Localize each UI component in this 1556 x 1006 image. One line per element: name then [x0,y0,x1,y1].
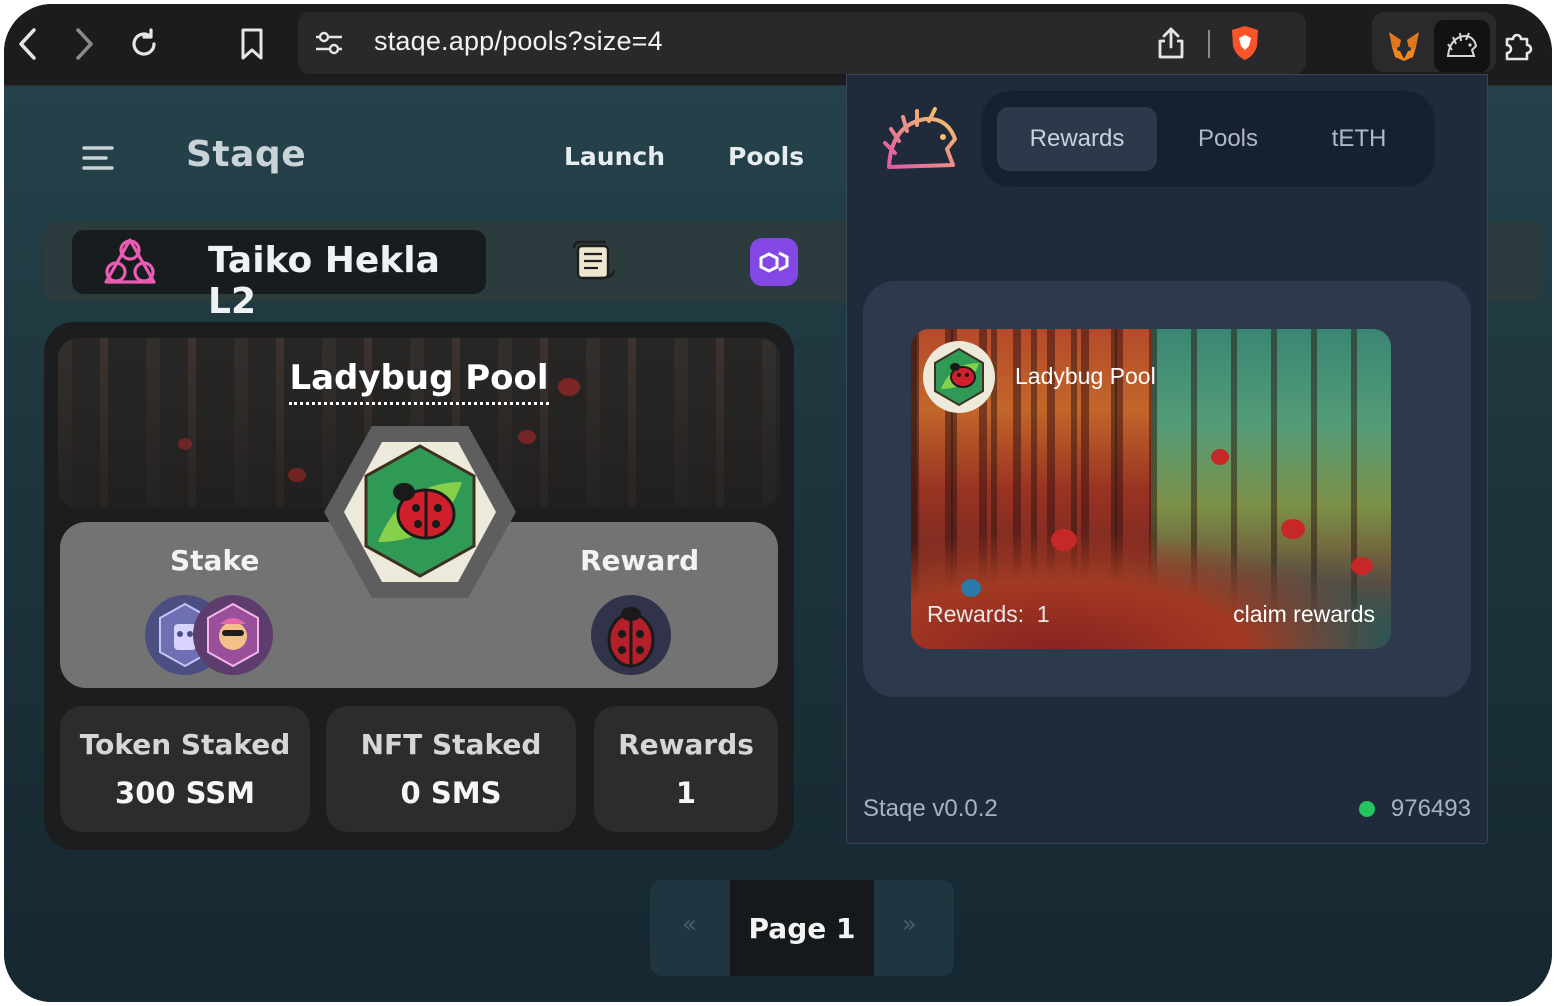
metamask-fox-icon [1389,32,1419,61]
pagination: « Page 1 » [650,880,954,976]
reload-button[interactable] [124,22,164,66]
brave-shield-icon[interactable] [1228,24,1262,62]
share-icon[interactable] [1156,26,1186,60]
polygon-chain-button[interactable] [750,238,798,286]
bookmark-button[interactable] [232,22,272,66]
stake-nft-icon[interactable] [192,594,274,676]
chevron-right-icon [76,28,93,60]
chain-name: Taiko Hekla L2 [208,240,440,322]
hedgehog-icon [1446,32,1478,57]
token-staked-stat: Token Staked 300 SSM [60,706,310,832]
reward-token-icon[interactable] [590,594,672,676]
forward-button[interactable] [64,22,104,66]
ladybug-decoration [1211,449,1229,465]
chain-selector[interactable]: Taiko Hekla L2 [72,230,486,322]
ladybug-decoration [1351,557,1373,575]
ladybug-decoration [178,438,192,450]
ladybug-decoration [1281,519,1305,539]
pool-title-text[interactable]: Ladybug Pool [289,358,549,405]
site-settings-icon [316,31,342,55]
block-status: 976493 [1358,795,1471,823]
url-text[interactable]: staqe.app/pools?size=4 [374,26,663,57]
pool-title[interactable]: Ladybug Pool [44,358,794,405]
stake-label: Stake [170,544,260,577]
stat-title: NFT Staked [360,728,542,761]
reload-icon [132,28,156,56]
rewards-panel: Ladybug Pool Rewards: 1 claim rewards [863,281,1471,697]
tab-rewards[interactable]: Rewards [997,107,1157,171]
ladybug-decoration [518,430,536,444]
version-label: Staqe v0.0.2 [863,795,998,822]
extensions-group [1372,12,1496,72]
status-dot-icon [1358,801,1375,817]
extension-popup: Rewards Pools tETH Ladybug Pool Rewards:… [846,74,1488,844]
nav-launch[interactable]: Launch [564,142,665,171]
browser-window: staqe.app/pools?size=4 Staqe Launch Pool… [4,4,1552,1002]
popup-tabs: Rewards Pools tETH [981,91,1435,187]
stat-title: Token Staked [79,728,291,761]
back-button[interactable] [8,22,48,66]
puzzle-icon [1505,33,1533,61]
hamburger-icon [82,146,114,170]
brand-logo[interactable]: Staqe [186,134,306,175]
reward-pool-rewards: Rewards: 1 [927,601,1050,627]
stat-value: 0 SMS [400,776,502,810]
metamask-extension-button[interactable] [1376,20,1432,72]
current-page: Page 1 [730,880,874,976]
pool-ladybug-badge-icon[interactable] [322,422,518,602]
stat-title: Rewards [618,728,754,761]
rewards-stat: Rewards 1 [594,706,778,832]
nft-staked-stat: NFT Staked 0 SMS [326,706,576,832]
tab-pools[interactable]: Pools [1165,107,1291,171]
polygon-logo-icon [759,251,789,273]
bookmark-icon [241,28,263,60]
scroll-icon[interactable] [570,238,618,286]
menu-button[interactable] [82,144,114,176]
extensions-menu-button[interactable] [1498,24,1538,68]
chevron-left-icon [19,28,36,60]
claim-rewards-button[interactable]: claim rewards [1233,601,1375,628]
reward-label: Reward [580,544,700,577]
nav-pools[interactable]: Pools [728,142,804,171]
prev-page-button[interactable]: « [682,910,697,938]
pool-ladybug-avatar-icon [923,341,995,413]
hedgehog-logo-icon [883,107,957,169]
reward-pool-card[interactable]: Ladybug Pool Rewards: 1 claim rewards [911,329,1391,649]
ladybug-decoration [961,579,981,597]
next-page-button[interactable]: » [902,910,917,938]
toolbar-divider [1208,30,1210,58]
stat-value: 1 [675,776,697,810]
address-bar[interactable]: staqe.app/pools?size=4 [298,12,1306,74]
taiko-logo-icon [104,238,156,284]
block-number: 976493 [1390,795,1471,822]
ladybug-decoration [288,468,306,482]
tab-teth[interactable]: tETH [1299,107,1419,171]
staqe-extension-button[interactable] [1434,20,1490,72]
reward-pool-title: Ladybug Pool [1015,363,1156,389]
pool-card[interactable]: Ladybug Pool Stake Reward Token Staked 3… [44,322,794,850]
stat-value: 300 SSM [115,776,255,810]
ladybug-decoration [1051,529,1077,551]
